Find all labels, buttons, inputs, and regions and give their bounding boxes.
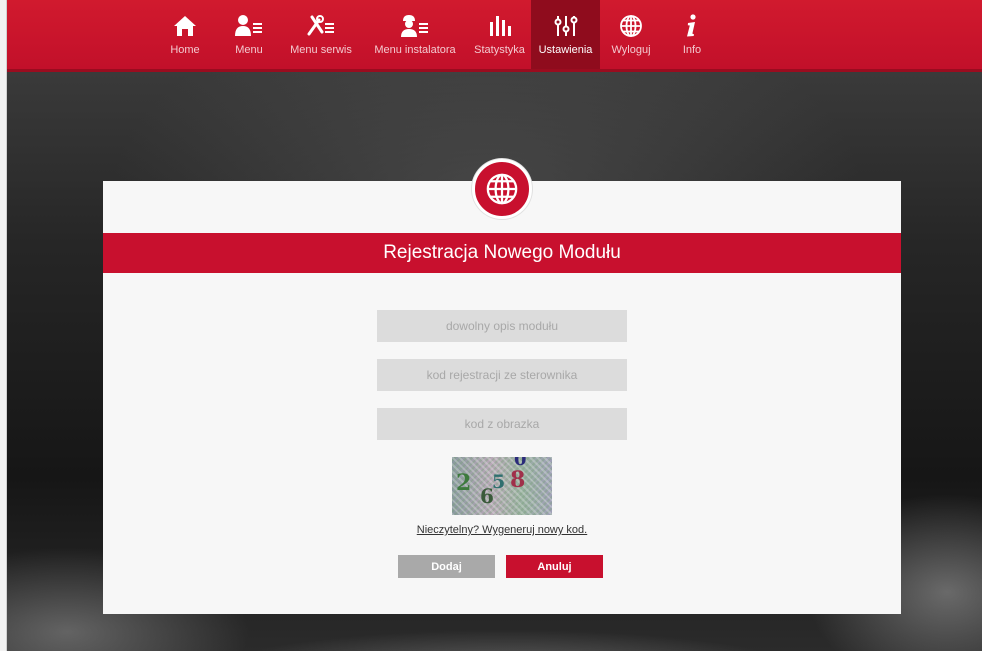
nav-label: Menu instalatora: [374, 44, 456, 56]
captcha-code-input[interactable]: [377, 408, 627, 440]
nav-label: Menu: [235, 44, 263, 56]
module-description-input[interactable]: [377, 310, 627, 342]
nav-label: Ustawienia: [538, 44, 593, 56]
installer-menu-icon: [400, 14, 430, 38]
tools-menu-icon: [306, 14, 336, 38]
info-icon: [684, 14, 700, 38]
nav-item-menu-serwis[interactable]: Menu serwis: [280, 0, 362, 69]
captcha-glyph: 8: [510, 467, 526, 493]
main-nav: Home Menu Menu serwis Menu instalatora S…: [152, 0, 722, 69]
nav-label: Menu serwis: [290, 44, 352, 56]
globe-icon: [472, 159, 532, 219]
register-module-dialog: Rejestracja Nowego Modułu 2 6 5 8 0 Niec…: [103, 159, 901, 614]
top-navigation-bar: Home Menu Menu serwis Menu instalatora S…: [7, 0, 982, 72]
captcha-glyph: 5: [492, 471, 506, 493]
nav-item-wyloguj[interactable]: Wyloguj: [600, 0, 662, 69]
registration-code-input[interactable]: [377, 359, 627, 391]
nav-label: Info: [682, 44, 702, 56]
sliders-icon: [554, 14, 578, 38]
nav-item-info[interactable]: Info: [662, 0, 722, 69]
nav-item-home[interactable]: Home: [152, 0, 218, 69]
add-button[interactable]: Dodaj: [398, 555, 495, 578]
home-icon: [172, 14, 198, 38]
nav-label: Statystyka: [474, 44, 525, 56]
cancel-button[interactable]: Anuluj: [506, 555, 603, 578]
regenerate-captcha-link[interactable]: Nieczytelny? Wygeneruj nowy kod.: [353, 524, 651, 536]
nav-item-statystyka[interactable]: Statystyka: [468, 0, 531, 69]
window-edge: [0, 0, 7, 651]
nav-item-ustawienia[interactable]: Ustawienia: [531, 0, 600, 69]
nav-item-menu-instalatora[interactable]: Menu instalatora: [362, 0, 468, 69]
nav-item-menu[interactable]: Menu: [218, 0, 280, 69]
captcha-image: 2 6 5 8 0: [452, 457, 552, 515]
bar-chart-icon: [488, 14, 512, 38]
user-menu-icon: [234, 14, 264, 38]
nav-label: Wyloguj: [611, 44, 651, 56]
globe-icon: [619, 14, 643, 38]
dialog-title: Rejestracja Nowego Modułu: [103, 233, 901, 273]
nav-label: Home: [170, 44, 200, 56]
captcha-glyph: 0: [514, 457, 527, 470]
captcha-glyph: 2: [456, 470, 472, 496]
